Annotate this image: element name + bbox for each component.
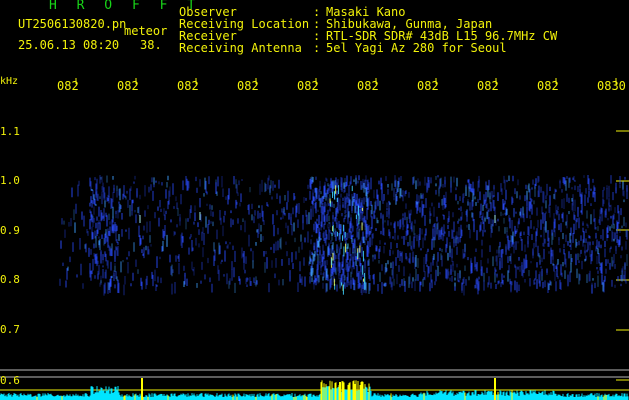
y-tick-label: 1.0 — [0, 174, 20, 187]
y-tick-label: 0.7 — [0, 323, 20, 336]
file-name: UT2506130820.pn — [18, 17, 127, 31]
amplitude-trace — [0, 378, 629, 400]
echo-count: 38. — [140, 38, 162, 52]
x-tick-label: 082 — [117, 79, 139, 93]
x-tick-label: 082 — [477, 79, 499, 93]
x-tick-label: 082 — [357, 79, 379, 93]
y-unit-label: kHz — [0, 76, 19, 87]
spectrogram — [0, 78, 629, 400]
type-label: meteor — [124, 24, 168, 38]
datetime: 25.06.13 08:20 — [18, 38, 120, 52]
x-tick-label: 082 — [57, 79, 79, 93]
x-tick-label: 082 — [177, 79, 199, 93]
antenna-value: 5el Yagi Az 280 for Seoul — [326, 41, 507, 55]
y-tick-label: 0.6 — [0, 374, 20, 387]
x-tick-label: 082 — [537, 79, 559, 93]
x-tick-label: 082 — [417, 79, 439, 93]
y-tick-label: 1.1 — [0, 125, 20, 138]
y-tick-label: 0.9 — [0, 224, 20, 237]
signal-streaks — [59, 175, 628, 296]
antenna-colon: : — [313, 41, 321, 55]
x-tick-label: 0830 — [597, 79, 626, 93]
x-tick-label: 082 — [297, 79, 319, 93]
y-tick-label: 0.8 — [0, 273, 20, 286]
antenna-label: Receiving Antenna — [179, 41, 302, 55]
x-tick-label: 082 — [237, 79, 259, 93]
